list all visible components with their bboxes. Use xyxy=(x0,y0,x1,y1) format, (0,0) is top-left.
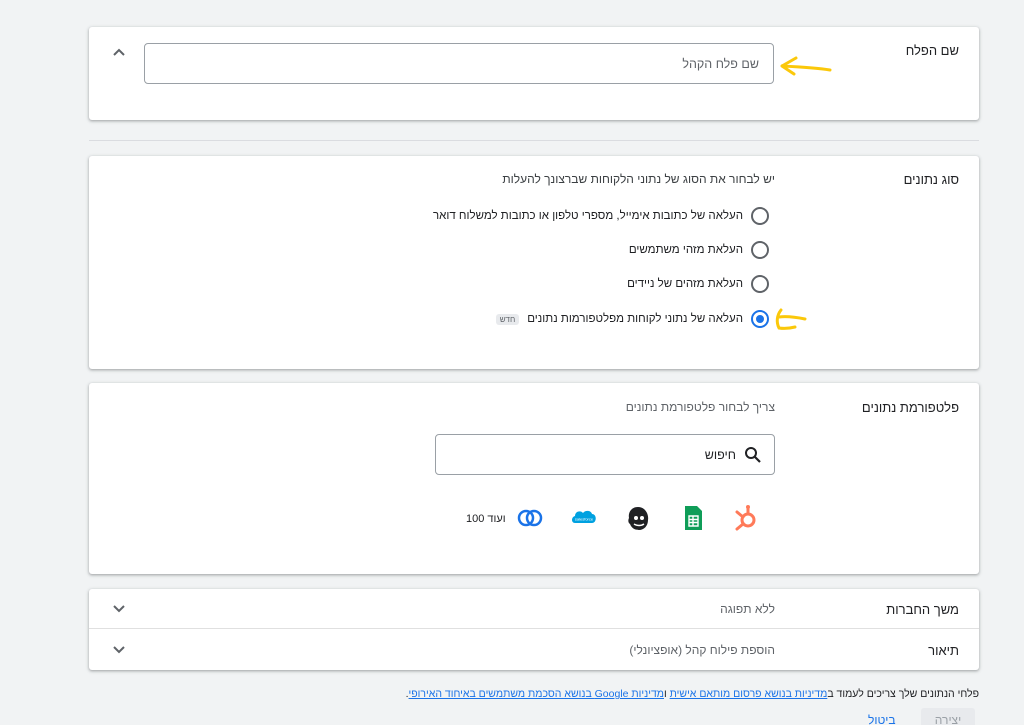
data-type-card: סוג נתונים יש לבחור את הסוג של נתוני הלק… xyxy=(89,156,979,369)
radio-button[interactable] xyxy=(751,207,769,225)
options-card: משך החברות ללא תפוגה תיאור הוספת פילוח ק… xyxy=(89,589,979,670)
mailchimp-logo-icon[interactable] xyxy=(624,504,652,532)
membership-row[interactable]: משך החברות ללא תפוגה xyxy=(89,589,979,629)
radio-option-data-platforms[interactable]: העלאה של נתוני לקוחות מפלטפורמות נתונים … xyxy=(495,308,769,330)
radio-button[interactable] xyxy=(751,275,769,293)
segment-name-input[interactable]: שם פלח הקהל xyxy=(144,43,774,84)
radio-label: העלאה של כתובות אימייל, מספרי טלפון או כ… xyxy=(433,210,743,222)
platform-search-input[interactable]: חיפוש xyxy=(435,434,775,475)
data-platform-card: פלטפורמת נתונים צריך לבחור פלטפורמת נתונ… xyxy=(89,383,979,574)
segment-name-placeholder: שם פלח הקהל xyxy=(682,57,759,71)
chevron-down-icon[interactable] xyxy=(111,601,127,617)
data-type-description: יש לבחור את הסוג של נתוני הלקוחות שברצונ… xyxy=(502,172,775,186)
description-label: תיאור xyxy=(928,643,959,658)
radio-label: העלאת מזהים של ניידים xyxy=(627,278,743,290)
radio-option-user-ids[interactable]: העלאת מזהי משתמשים xyxy=(629,239,769,261)
svg-text:salesforce: salesforce xyxy=(575,517,594,522)
search-placeholder: חיפוש xyxy=(704,448,736,462)
membership-label: משך החברות xyxy=(886,602,959,617)
description-row[interactable]: תיאור הוספת פילוח קהל (אופציונלי) xyxy=(89,629,979,670)
radio-button-selected[interactable] xyxy=(751,310,769,328)
more-platforms-label[interactable]: ועוד 100 xyxy=(466,513,506,525)
personalized-ads-policy-link[interactable]: מדיניות בנושא פרסום מותאם אישית xyxy=(670,688,828,700)
search-icon xyxy=(745,447,761,463)
membership-value: ללא תפוגה xyxy=(720,602,775,616)
eu-consent-policy-link[interactable]: מדיניות Google בנושא הסכמת משתמשים באיחו… xyxy=(409,688,664,700)
annotation-arrow-icon xyxy=(775,308,807,330)
data-type-label: סוג נתונים xyxy=(903,172,959,187)
radio-option-mobile-ids[interactable]: העלאת מזהים של ניידים xyxy=(627,273,769,295)
create-button[interactable]: יצירה xyxy=(921,708,975,725)
hubspot-logo-icon[interactable] xyxy=(732,504,760,532)
section-divider xyxy=(89,140,979,141)
radio-label: העלאה של נתוני לקוחות מפלטפורמות נתונים xyxy=(527,313,743,325)
radio-option-contact-info[interactable]: העלאה של כתובות אימייל, מספרי טלפון או כ… xyxy=(433,205,769,227)
cancel-button[interactable]: ביטול xyxy=(868,713,896,725)
annotation-arrow-icon xyxy=(780,56,832,76)
policy-notice: פלחי הנתונים שלך צריכים לעמוד במדיניות ב… xyxy=(406,688,979,700)
data-platform-label: פלטפורמת נתונים xyxy=(861,400,959,415)
new-badge: חדש xyxy=(495,313,520,325)
zoho-logo-icon[interactable] xyxy=(516,504,544,532)
chevron-down-icon[interactable] xyxy=(111,642,127,658)
google-sheets-logo-icon[interactable] xyxy=(679,504,707,532)
radio-label: העלאת מזהי משתמשים xyxy=(628,244,743,256)
description-value: הוספת פילוח קהל (אופציונלי) xyxy=(629,643,775,657)
segment-name-card: שם הפלח שם פלח הקהל xyxy=(89,27,979,120)
salesforce-logo-icon[interactable]: salesforce xyxy=(570,504,598,532)
segment-name-label: שם הפלח xyxy=(905,43,959,58)
policy-text: פלחי הנתונים שלך צריכים לעמוד ב xyxy=(827,688,979,700)
chevron-up-icon[interactable] xyxy=(111,44,127,60)
radio-button[interactable] xyxy=(751,241,769,259)
data-platform-description: צריך לבחור פלטפורמת נתונים xyxy=(625,400,775,414)
